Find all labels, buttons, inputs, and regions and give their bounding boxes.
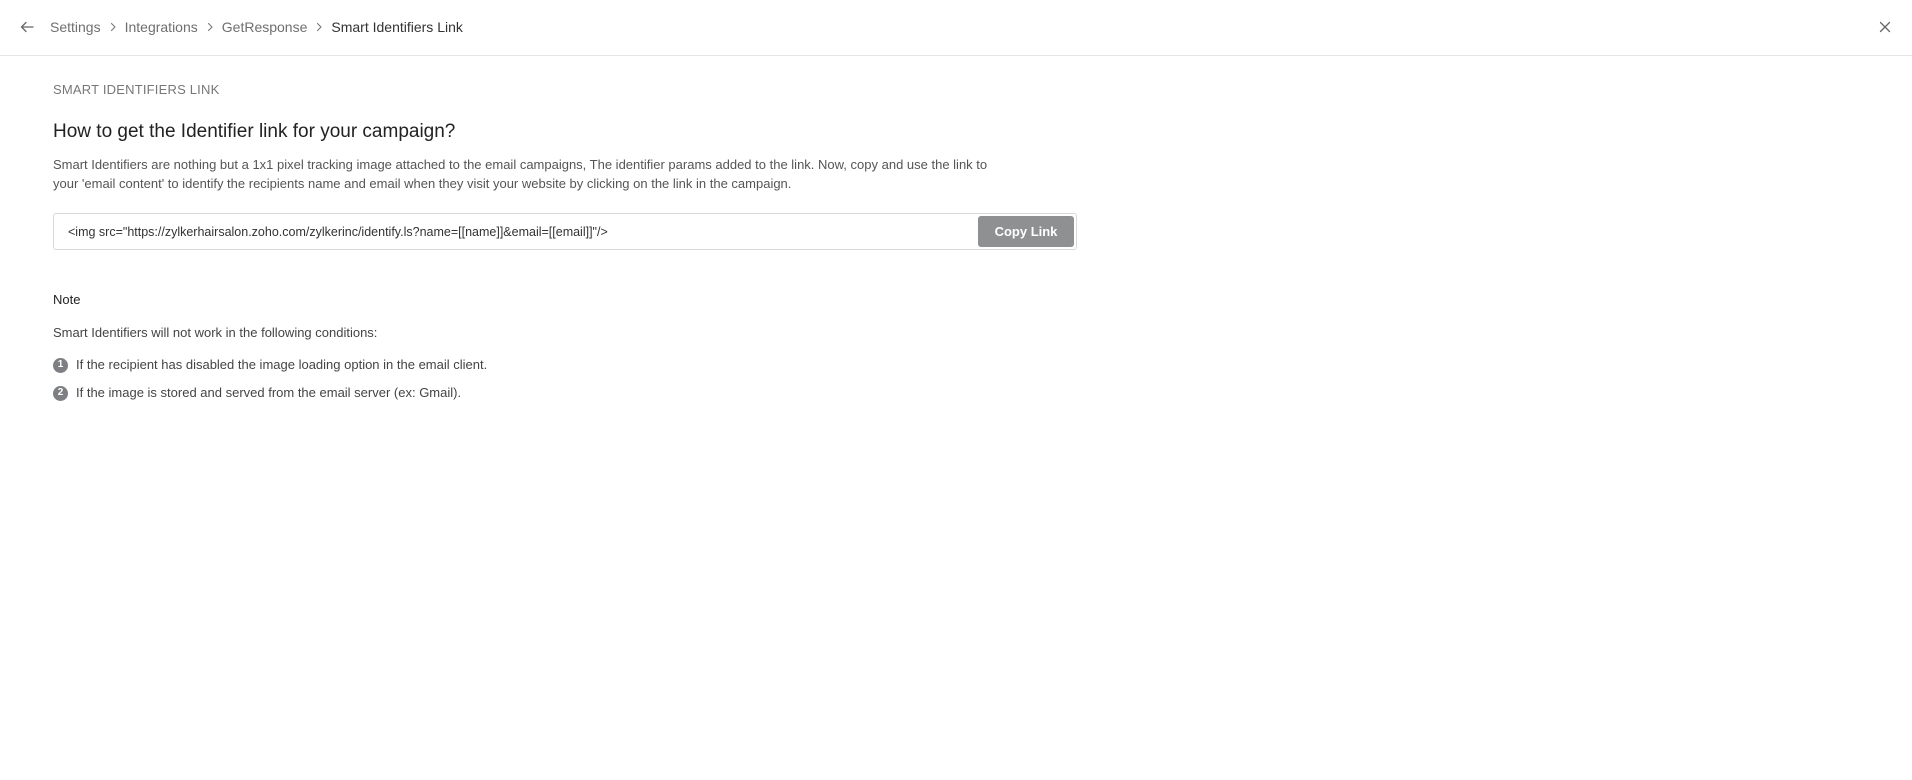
chevron-right-icon xyxy=(198,22,222,32)
identifier-link-box: <img src="https://zylkerhairsalon.zoho.c… xyxy=(53,213,1077,250)
copy-link-button[interactable]: Copy Link xyxy=(978,216,1074,247)
breadcrumb: Settings Integrations GetResponse Smart … xyxy=(50,18,463,36)
section-label: SMART IDENTIFIERS LINK xyxy=(53,82,220,97)
number-badge-icon: 1 xyxy=(53,357,68,373)
note-title: Note xyxy=(53,292,81,307)
page-title: How to get the Identifier link for your … xyxy=(53,121,456,142)
page-description: Smart Identifiers are nothing but a 1x1 … xyxy=(53,157,988,191)
number-badge-icon: 2 xyxy=(53,385,68,401)
breadcrumb-getresponse[interactable]: GetResponse xyxy=(222,18,308,36)
back-button[interactable] xyxy=(16,16,38,38)
close-button[interactable] xyxy=(1874,16,1896,38)
close-icon xyxy=(1879,21,1891,33)
note-intro: Smart Identifiers will not work in the f… xyxy=(53,325,378,340)
main-content: SMART IDENTIFIERS LINK How to get the Id… xyxy=(53,82,1077,413)
note-item-text: If the recipient has disabled the image … xyxy=(76,357,488,372)
list-item: 1 If the recipient has disabled the imag… xyxy=(53,357,1053,373)
chevron-right-icon xyxy=(307,22,331,32)
breadcrumb-integrations[interactable]: Integrations xyxy=(125,18,198,36)
note-list: 1 If the recipient has disabled the imag… xyxy=(53,357,1053,401)
chevron-right-icon xyxy=(101,22,125,32)
header-bar: Settings Integrations GetResponse Smart … xyxy=(0,0,1912,56)
breadcrumb-settings[interactable]: Settings xyxy=(50,18,101,36)
breadcrumb-current: Smart Identifiers Link xyxy=(331,19,463,35)
identifier-link-code[interactable]: <img src="https://zylkerhairsalon.zoho.c… xyxy=(54,225,608,239)
arrow-left-icon xyxy=(20,21,34,33)
note-item-text: If the image is stored and served from t… xyxy=(76,385,462,400)
list-item: 2 If the image is stored and served from… xyxy=(53,385,1053,401)
